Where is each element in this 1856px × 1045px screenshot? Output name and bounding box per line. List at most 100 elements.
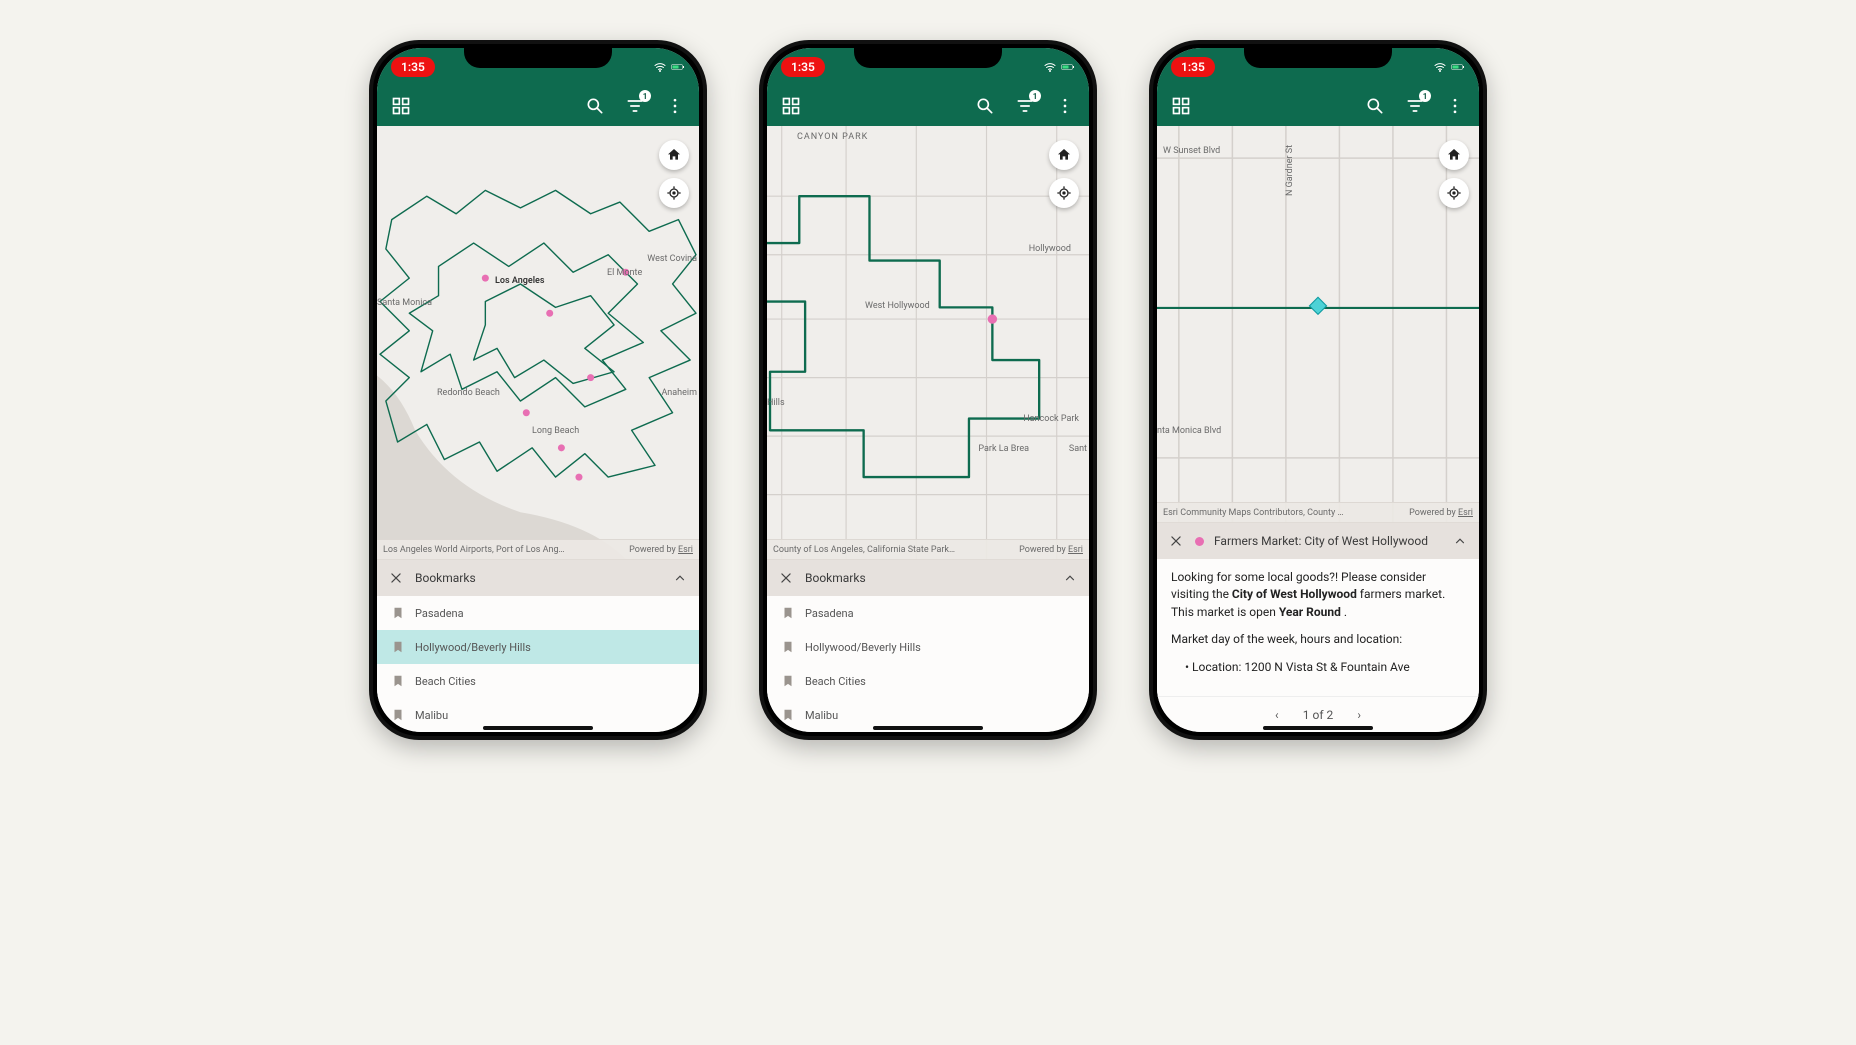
map[interactable]: Los Angeles Santa Monica Redondo Beach L… <box>377 126 699 559</box>
notch <box>1244 44 1392 68</box>
home-extent-button[interactable] <box>1049 140 1079 170</box>
map[interactable]: W Sunset Blvd N Gardner St nta Monica Bl… <box>1157 126 1479 522</box>
battery-icon <box>1061 61 1075 73</box>
map[interactable]: CANYON PARK West Hollywood Hollywood Han… <box>767 126 1089 559</box>
grid-icon[interactable] <box>387 92 415 120</box>
close-icon[interactable] <box>777 569 795 587</box>
app-bar: 1 <box>1157 86 1479 126</box>
filter-icon[interactable]: 1 <box>1011 92 1039 120</box>
popup-bullet: • Location: 1200 N Vista St & Fountain A… <box>1171 659 1465 676</box>
screen: 1:35 1 <box>377 48 699 732</box>
panel-title: Bookmarks <box>415 571 476 585</box>
bookmark-item[interactable]: Beach Cities <box>767 664 1089 698</box>
basemap-svg <box>767 126 1089 559</box>
map-attribution: Los Angeles World Airports, Port of Los … <box>377 539 699 559</box>
home-icon <box>1056 147 1072 163</box>
app-bar: 1 <box>767 86 1089 126</box>
close-icon[interactable] <box>1167 532 1185 550</box>
crosshair-icon <box>1056 185 1072 201</box>
bookmark-label: Pasadena <box>415 607 464 620</box>
wifi-icon <box>653 61 667 73</box>
status-icons <box>1043 61 1075 73</box>
notch <box>464 44 612 68</box>
filter-icon[interactable]: 1 <box>621 92 649 120</box>
popup-paragraph: Market day of the week, hours and locati… <box>1171 631 1465 648</box>
panel-header: Bookmarks <box>377 560 699 596</box>
home-indicator <box>1263 726 1373 730</box>
bookmark-item[interactable]: Pasadena <box>767 596 1089 630</box>
bookmark-label: Beach Cities <box>805 675 866 688</box>
status-icons <box>653 61 685 73</box>
battery-icon <box>671 61 685 73</box>
attribution-powered: Powered by Esri <box>629 545 693 555</box>
bookmark-item[interactable]: Hollywood/Beverly Hills <box>767 630 1089 664</box>
bookmark-icon <box>781 674 795 688</box>
filter-badge: 1 <box>639 90 651 102</box>
home-indicator <box>483 726 593 730</box>
bookmark-label: Hollywood/Beverly Hills <box>415 641 531 654</box>
locate-button[interactable] <box>1439 178 1469 208</box>
screen: 1:35 1 <box>1157 48 1479 732</box>
overflow-icon[interactable] <box>1441 92 1469 120</box>
bookmark-label: Malibu <box>415 709 448 722</box>
collapse-icon[interactable] <box>1451 532 1469 550</box>
wifi-icon <box>1433 61 1447 73</box>
battery-icon <box>1451 61 1465 73</box>
filter-badge: 1 <box>1029 90 1041 102</box>
close-icon[interactable] <box>387 569 405 587</box>
crosshair-icon <box>666 185 682 201</box>
notch <box>854 44 1002 68</box>
home-extent-button[interactable] <box>1439 140 1469 170</box>
feature-marker-icon <box>1195 537 1204 546</box>
collapse-icon[interactable] <box>1061 569 1079 587</box>
app-bar: 1 <box>377 86 699 126</box>
bookmark-item[interactable]: Pasadena <box>377 596 699 630</box>
basemap-svg <box>1157 126 1479 522</box>
locate-button[interactable] <box>1049 178 1079 208</box>
popup-paragraph: Looking for some local goods?! Please co… <box>1171 569 1465 621</box>
attribution-powered: Powered by Esri <box>1019 545 1083 555</box>
panel-header: Bookmarks <box>767 560 1089 596</box>
crosshair-icon <box>1446 185 1462 201</box>
popup-title: Farmers Market: City of West Hollywood <box>1214 534 1428 548</box>
panel-title: Bookmarks <box>805 571 866 585</box>
home-icon <box>1446 147 1462 163</box>
popup-panel: Farmers Market: City of West Hollywood L… <box>1157 522 1479 732</box>
popup-body: Looking for some local goods?! Please co… <box>1157 559 1479 696</box>
bookmark-icon <box>781 708 795 722</box>
bookmark-list: Pasadena Hollywood/Beverly Hills Beach C… <box>377 596 699 732</box>
status-icons <box>1433 61 1465 73</box>
pager-label: 1 of 2 <box>1303 708 1333 722</box>
search-icon[interactable] <box>971 92 999 120</box>
pager-prev-icon[interactable]: ‹ <box>1269 708 1285 722</box>
grid-icon[interactable] <box>777 92 805 120</box>
attribution-source: Esri Community Maps Contributors, County… <box>1163 508 1343 518</box>
pager-next-icon[interactable]: › <box>1351 708 1367 722</box>
bookmark-item[interactable]: Hollywood/Beverly Hills <box>377 630 699 664</box>
search-icon[interactable] <box>581 92 609 120</box>
bookmark-label: Hollywood/Beverly Hills <box>805 641 921 654</box>
attribution-source: County of Los Angeles, California State … <box>773 545 955 555</box>
filter-icon[interactable]: 1 <box>1401 92 1429 120</box>
home-indicator <box>873 726 983 730</box>
overflow-icon[interactable] <box>661 92 689 120</box>
home-extent-button[interactable] <box>659 140 689 170</box>
bookmark-label: Beach Cities <box>415 675 476 688</box>
overflow-icon[interactable] <box>1051 92 1079 120</box>
filter-badge: 1 <box>1419 90 1431 102</box>
bookmark-icon <box>391 674 405 688</box>
status-time: 1:35 <box>391 57 435 77</box>
bookmarks-panel: Bookmarks Pasadena Hollywood/Beverly Hil… <box>377 559 699 732</box>
locate-button[interactable] <box>659 178 689 208</box>
bookmark-icon <box>391 606 405 620</box>
bookmark-item[interactable]: Beach Cities <box>377 664 699 698</box>
collapse-icon[interactable] <box>671 569 689 587</box>
bookmark-label: Pasadena <box>805 607 854 620</box>
bookmark-icon <box>781 606 795 620</box>
map-attribution: Esri Community Maps Contributors, County… <box>1157 502 1479 522</box>
status-time: 1:35 <box>1171 57 1215 77</box>
attribution-powered: Powered by Esri <box>1409 508 1473 518</box>
grid-icon[interactable] <box>1167 92 1195 120</box>
wifi-icon <box>1043 61 1057 73</box>
search-icon[interactable] <box>1361 92 1389 120</box>
